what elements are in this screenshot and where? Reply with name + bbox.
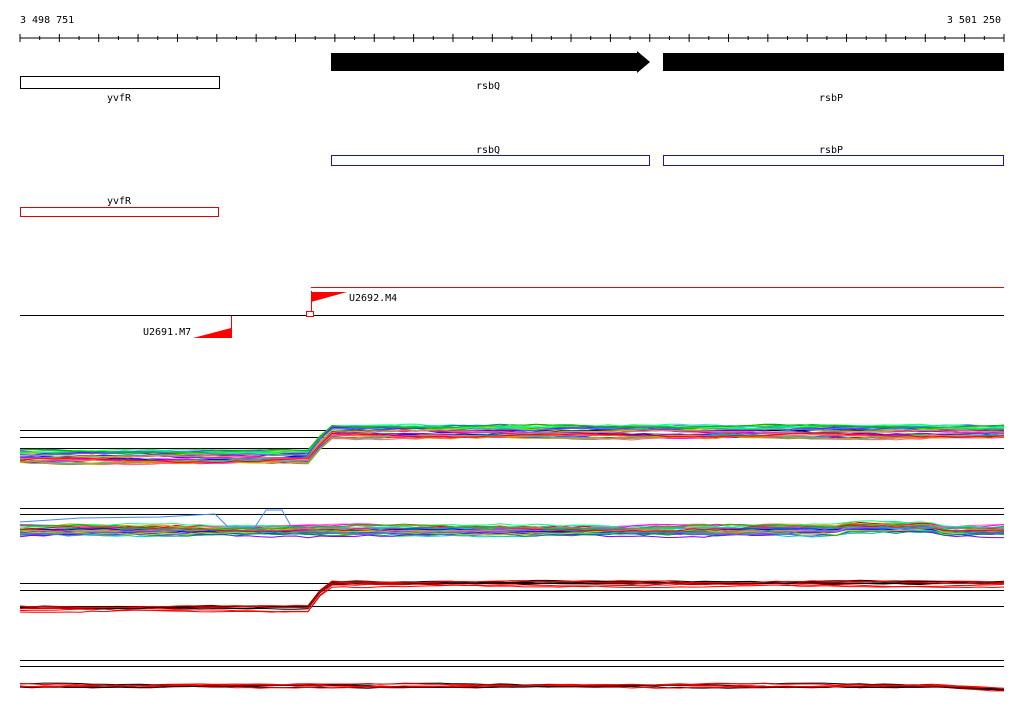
red-gene-yvfR-box[interactable]	[20, 207, 219, 217]
gene-yvfR-label: yvfR	[107, 93, 132, 104]
gene-yvfR-box[interactable]	[20, 76, 220, 89]
expression-track-4	[19, 660, 1005, 692]
red-gene-yvfR-label: yvfR	[107, 196, 132, 207]
transcription-unit-track: U2692.M4 U2691.M7	[20, 287, 1004, 338]
red-annotation-track: yvfR	[20, 196, 219, 217]
gene-rsbP-block[interactable]	[663, 53, 1004, 71]
blue-gene-rsbQ-label: rsbQ	[476, 145, 500, 156]
blue-gene-rsbP-label: rsbP	[819, 145, 843, 156]
expression-track-2	[19, 508, 1005, 539]
tu-U2692-label: U2692.M4	[349, 293, 397, 304]
expression-track-1	[19, 423, 1005, 466]
gene-rsbQ-label: rsbQ	[476, 81, 500, 92]
tu-U2691-promoter-flag[interactable]	[193, 328, 231, 338]
blue-gene-rsbP-box[interactable]	[663, 155, 1004, 166]
coordinate-end: 3 501 250	[947, 15, 1001, 26]
gene-rsbP-label: rsbP	[819, 93, 843, 104]
gene-track: yvfR rsbQ rsbP	[20, 51, 1004, 104]
coordinate-start: 3 498 751	[20, 15, 74, 26]
blue-gene-rsbQ-box[interactable]	[331, 155, 650, 166]
tu-U2692-marker[interactable]	[306, 311, 314, 317]
blue-annotation-track: rsbQ rsbP	[331, 145, 1004, 166]
gene-rsbQ-arrow[interactable]	[331, 51, 650, 73]
tu-U2691-label: U2691.M7	[143, 327, 191, 338]
coordinate-ruler: 3 498 751 3 501 250	[19, 15, 1005, 42]
genome-browser-view: 3 498 751 3 501 250 yvfR rsbQ rsbP rsbQ …	[19, 15, 1005, 692]
tu-U2692-promoter-flag[interactable]	[311, 292, 347, 302]
expression-track-3	[19, 579, 1005, 613]
